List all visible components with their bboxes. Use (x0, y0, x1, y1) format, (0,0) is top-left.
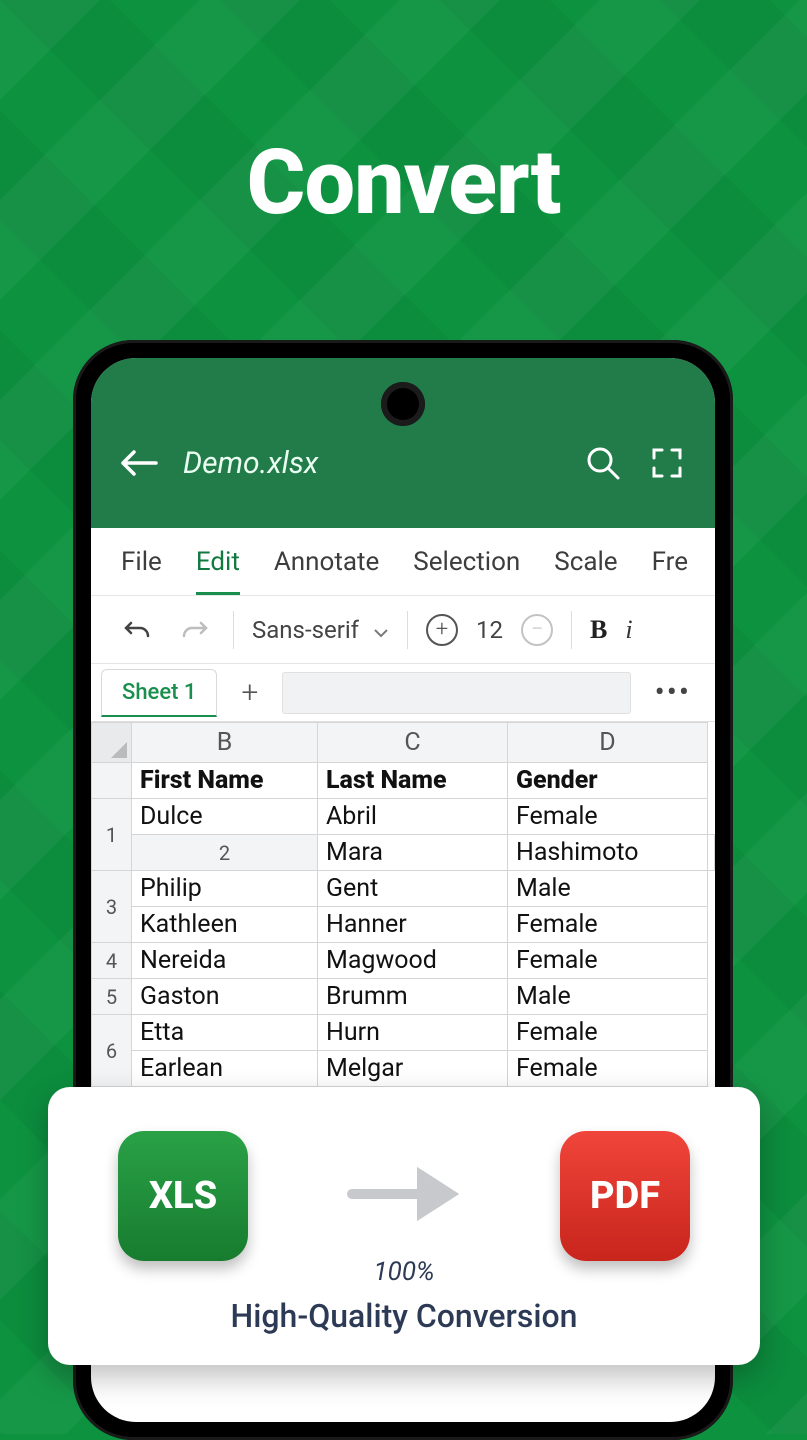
bold-button[interactable]: B (590, 615, 607, 645)
cell[interactable]: Hanner (318, 907, 508, 943)
pdf-badge: PDF (560, 1131, 690, 1261)
col-header[interactable]: B (132, 723, 318, 763)
cell[interactable]: Female (508, 1051, 708, 1087)
col-header[interactable]: C (318, 723, 508, 763)
xls-label: XLS (149, 1174, 217, 1218)
chevron-down-icon (373, 616, 389, 644)
phone-camera (381, 382, 425, 426)
cell[interactable]: Gender (508, 763, 708, 799)
row-number[interactable]: 2 (132, 835, 318, 871)
sheet-tab-row: Sheet 1 + ••• (91, 664, 715, 722)
table-row: First NameLast NameGender (92, 763, 715, 799)
toolbar-divider (571, 611, 572, 649)
table-row: 2MaraHashimotoFemale (92, 835, 715, 871)
italic-button[interactable]: i (625, 615, 632, 645)
font-name: Sans-serif (252, 616, 359, 644)
cell[interactable]: Hurn (318, 1015, 508, 1051)
select-all-corner[interactable] (92, 723, 132, 763)
font-size-value[interactable]: 12 (476, 616, 503, 644)
toolbar-divider (407, 611, 408, 649)
table-row: 4NereidaMagwoodFemale (92, 943, 715, 979)
cell[interactable]: First Name (132, 763, 318, 799)
tab-file[interactable]: File (121, 529, 162, 595)
tab-scale[interactable]: Scale (554, 529, 617, 595)
cell[interactable]: Female (708, 835, 715, 871)
add-sheet-button[interactable]: + (227, 669, 272, 716)
pdf-label: PDF (590, 1174, 660, 1218)
promo-subtitle: High-Quality Conversion (88, 1297, 720, 1335)
format-toolbar: Sans-serif + 12 − B i (91, 596, 715, 664)
arrow-icon (344, 1164, 464, 1228)
cell[interactable]: Kathleen (132, 907, 318, 943)
cell[interactable]: Abril (318, 799, 508, 835)
cell[interactable]: Mara (318, 835, 508, 871)
cell[interactable]: Philip (132, 871, 318, 907)
cell[interactable]: Nereida (132, 943, 318, 979)
more-sheets-button[interactable]: ••• (641, 675, 705, 710)
hero-title: Convert (0, 130, 807, 235)
sheet-tab[interactable]: Sheet 1 (101, 669, 217, 717)
table-row: 1DulceAbrilFemale (92, 799, 715, 835)
decrease-size-button[interactable]: − (521, 614, 553, 646)
cell[interactable]: Female (508, 943, 708, 979)
xls-badge: XLS (118, 1131, 248, 1261)
cell[interactable]: Hashimoto (508, 835, 708, 871)
promo-percent: 100% (88, 1257, 720, 1287)
cell[interactable]: Etta (132, 1015, 318, 1051)
cell[interactable]: Last Name (318, 763, 508, 799)
cell[interactable]: Female (508, 799, 708, 835)
fullscreen-icon[interactable] (647, 443, 687, 483)
table-row: 6EttaHurnFemale (92, 1015, 715, 1051)
table-row: EarleanMelgarFemale (92, 1051, 715, 1087)
menu-tabs: File Edit Annotate Selection Scale Fre (91, 528, 715, 596)
formula-bar[interactable] (282, 672, 630, 714)
undo-icon[interactable] (117, 610, 157, 650)
cell[interactable]: Melgar (318, 1051, 508, 1087)
row-number[interactable]: 3 (92, 871, 132, 943)
cell[interactable]: Gaston (132, 979, 318, 1015)
font-select[interactable]: Sans-serif (252, 616, 389, 644)
tab-freeze[interactable]: Fre (652, 529, 688, 595)
cell[interactable]: Gent (318, 871, 508, 907)
search-icon[interactable] (583, 443, 623, 483)
cell[interactable]: Earlean (132, 1051, 318, 1087)
row-number[interactable]: 4 (92, 943, 132, 979)
cell[interactable]: Magwood (318, 943, 508, 979)
row-number[interactable] (92, 763, 132, 799)
tab-selection[interactable]: Selection (413, 529, 520, 595)
spreadsheet-grid[interactable]: B C D First NameLast NameGender1DulceAbr… (91, 722, 715, 1123)
redo-icon[interactable] (175, 610, 215, 650)
row-number[interactable]: 5 (92, 979, 132, 1015)
back-icon[interactable] (119, 443, 159, 483)
cell[interactable]: Dulce (132, 799, 318, 835)
table-row: 3PhilipGentMale (92, 871, 715, 907)
table-row: KathleenHannerFemale (92, 907, 715, 943)
increase-size-button[interactable]: + (426, 614, 458, 646)
toolbar-divider (233, 611, 234, 649)
document-title: Demo.xlsx (183, 446, 559, 481)
tab-edit[interactable]: Edit (196, 529, 240, 595)
col-header[interactable]: D (508, 723, 708, 763)
cell[interactable]: Male (508, 871, 708, 907)
cell[interactable]: Female (508, 907, 708, 943)
table-row: 5GastonBrummMale (92, 979, 715, 1015)
row-number[interactable]: 6 (92, 1015, 132, 1087)
cell[interactable]: Male (508, 979, 708, 1015)
cell[interactable]: Brumm (318, 979, 508, 1015)
cell[interactable]: Female (508, 1015, 708, 1051)
promo-card: XLS PDF 100% High-Quality Conversion (48, 1087, 760, 1365)
row-number[interactable]: 1 (92, 799, 132, 871)
column-header-row: B C D (92, 723, 715, 763)
tab-annotate[interactable]: Annotate (274, 529, 379, 595)
